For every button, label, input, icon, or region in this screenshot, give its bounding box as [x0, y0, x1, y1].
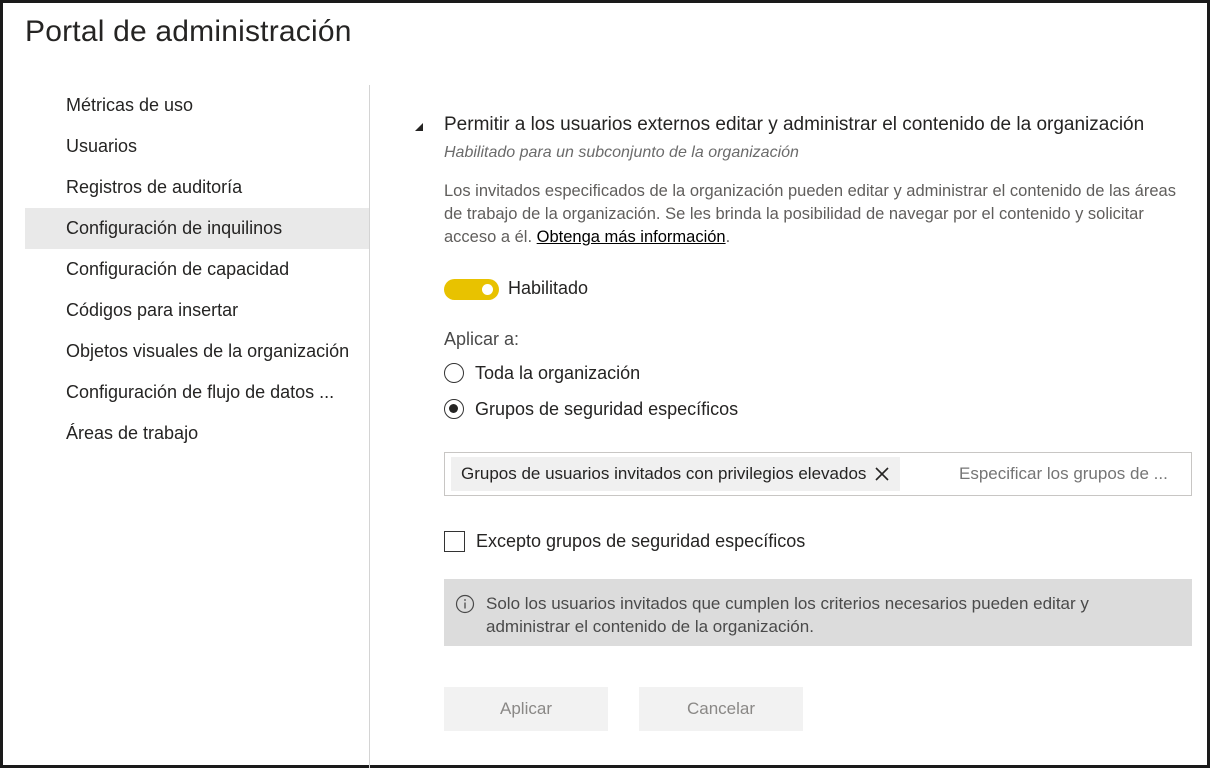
admin-portal-window: Portal de administración Métricas de uso…: [0, 0, 1210, 768]
learn-more-link[interactable]: Obtenga más información: [537, 228, 726, 246]
enabled-toggle[interactable]: [444, 279, 499, 300]
sidebar-item-usage-metrics[interactable]: Métricas de uso: [25, 85, 369, 126]
toggle-knob: [482, 284, 493, 295]
page-title: Portal de administración: [25, 15, 352, 48]
radio-entire-organization[interactable]: Toda la organización: [444, 361, 640, 385]
radio-specific-security-groups[interactable]: Grupos de seguridad específicos: [444, 397, 738, 421]
apply-to-label: Aplicar a:: [444, 329, 520, 349]
checkbox-label: Excepto grupos de seguridad específicos: [476, 531, 806, 551]
except-groups-checkbox-row[interactable]: Excepto grupos de seguridad específicos: [444, 531, 805, 552]
cancel-button[interactable]: Cancelar: [639, 687, 803, 731]
radio-unchecked-icon[interactable]: [444, 363, 464, 383]
sidebar-item-tenant-settings[interactable]: Configuración de inquilinos: [25, 208, 369, 249]
info-text: Solo los usuarios invitados que cumplen …: [486, 594, 1089, 636]
radio-checked-icon[interactable]: [444, 399, 464, 419]
sidebar-item-audit-logs[interactable]: Registros de auditoría: [25, 167, 369, 208]
collapse-caret-icon[interactable]: [413, 121, 425, 133]
sidebar-item-capacity-settings[interactable]: Configuración de capacidad: [25, 249, 369, 290]
setting-description: Los invitados especificados de la organi…: [444, 180, 1194, 249]
except-groups-checkbox[interactable]: [444, 531, 465, 552]
sidebar: Métricas de uso Usuarios Registros de au…: [25, 85, 369, 454]
toggle-label: Habilitado: [508, 278, 589, 298]
radio-label: Toda la organización: [475, 362, 641, 383]
security-group-picker[interactable]: Grupos de usuarios invitados con privile…: [444, 452, 1192, 496]
description-suffix: .: [725, 228, 731, 246]
sidebar-item-embed-codes[interactable]: Códigos para insertar: [25, 290, 369, 331]
remove-chip-icon[interactable]: [874, 466, 890, 482]
apply-button[interactable]: Aplicar: [444, 687, 608, 731]
sidebar-divider: [369, 85, 370, 768]
selected-group-chip: Grupos de usuarios invitados con privile…: [451, 457, 901, 491]
radio-label: Grupos de seguridad específicos: [475, 398, 739, 419]
group-search-input[interactable]: [959, 453, 1187, 495]
sidebar-item-org-visuals[interactable]: Objetos visuales de la organización: [25, 331, 369, 372]
sidebar-item-dataflow-settings[interactable]: Configuración de flujo de datos ...: [25, 372, 369, 413]
info-banner: Solo los usuarios invitados que cumplen …: [444, 579, 1192, 646]
info-icon: [455, 594, 475, 614]
setting-subtitle: Habilitado para un subconjunto de la org…: [444, 144, 799, 161]
sidebar-item-users[interactable]: Usuarios: [25, 126, 369, 167]
setting-title: Permitir a los usuarios externos editar …: [444, 114, 1145, 135]
sidebar-item-workspaces[interactable]: Áreas de trabajo: [25, 413, 369, 454]
chip-label: Grupos de usuarios invitados con privile…: [461, 464, 867, 483]
